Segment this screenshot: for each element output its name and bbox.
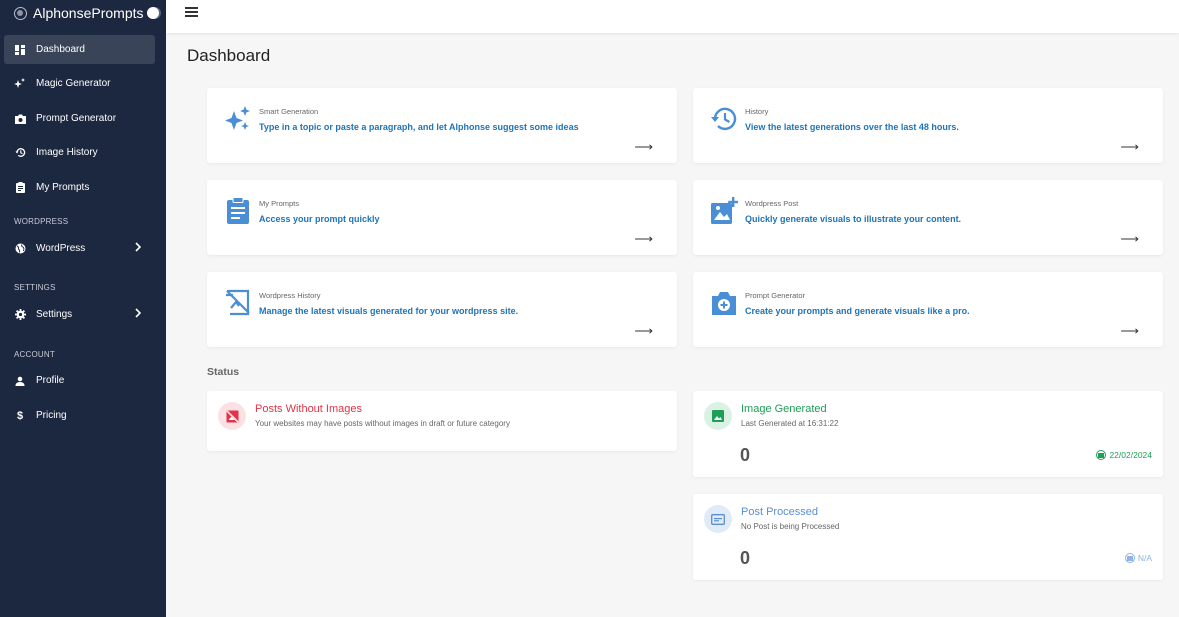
- status-heading: Status: [207, 366, 240, 378]
- card-description: View the latest generations over the las…: [745, 122, 959, 132]
- card-description: Quickly generate visuals to illustrate y…: [745, 214, 962, 224]
- card-my-prompts[interactable]: My Prompts Access your prompt quickly ⟶: [207, 180, 677, 255]
- arrow-right-icon[interactable]: ⟶: [1120, 139, 1139, 155]
- sidebar-item-dashboard[interactable]: Dashboard: [4, 35, 155, 64]
- arrow-right-icon[interactable]: ⟶: [634, 139, 653, 155]
- calendar-icon: [1124, 553, 1135, 563]
- clipboard-icon: [223, 196, 253, 226]
- brand: AlphonsePrompts: [0, 0, 166, 26]
- arrow-right-icon[interactable]: ⟶: [1120, 323, 1139, 339]
- card-wordpress-post[interactable]: Wordpress Post Quickly generate visuals …: [693, 180, 1163, 255]
- status-title: Post Processed: [741, 506, 819, 518]
- card-kicker: History: [745, 107, 769, 116]
- sidebar-item-my-prompts[interactable]: My Prompts: [4, 173, 155, 202]
- card-description: Type in a topic or paste a paragraph, an…: [259, 122, 579, 132]
- theme-toggle[interactable]: [146, 7, 159, 19]
- page-title: Dashboard: [187, 46, 271, 65]
- calendar-icon: [1096, 450, 1107, 460]
- camera-icon: [14, 113, 26, 125]
- card-history[interactable]: History View the latest generations over…: [693, 88, 1163, 163]
- status-image-generated: Image Generated Last Generated at 16:31:…: [693, 391, 1163, 477]
- arrow-right-icon[interactable]: ⟶: [634, 323, 653, 339]
- history-icon: [14, 147, 26, 159]
- sidebar-item-prompt-generator[interactable]: Prompt Generator: [4, 104, 155, 133]
- dashboard-icon: [14, 44, 26, 56]
- status-subtitle: Last Generated at 16:31:22: [741, 419, 839, 428]
- sidebar-item-label: Dashboard: [36, 44, 85, 55]
- sidebar-item-label: Profile: [36, 375, 65, 386]
- arrow-right-icon[interactable]: ⟶: [1120, 231, 1139, 247]
- sidebar-item-image-history[interactable]: Image History: [4, 138, 155, 167]
- card-prompt-generator[interactable]: Prompt Generator Create your prompts and…: [693, 272, 1163, 347]
- user-icon: [14, 375, 26, 387]
- arrow-right-icon[interactable]: ⟶: [634, 231, 653, 247]
- sidebar-item-pricing[interactable]: $ Pricing: [4, 401, 155, 430]
- status-posts-without-images: Posts Without Images Your websites may h…: [207, 391, 677, 451]
- sidebar: AlphonsePrompts Dashboard Magic Generato…: [0, 0, 166, 617]
- chevron-right-icon: [135, 308, 142, 321]
- card-wordpress-history[interactable]: Wordpress History Manage the latest visu…: [207, 272, 677, 347]
- card-kicker: My Prompts: [259, 199, 300, 208]
- status-meta: N/A: [1124, 553, 1152, 563]
- clipboard-icon: [14, 182, 26, 194]
- card-kicker: Prompt Generator: [745, 291, 806, 300]
- status-count: 0: [740, 445, 751, 465]
- sidebar-item-settings[interactable]: Settings: [4, 300, 155, 329]
- add-photo-icon: [709, 288, 739, 318]
- card-kicker: Wordpress History: [259, 291, 321, 300]
- section-label-settings: SETTINGS: [14, 283, 56, 292]
- menu-icon[interactable]: [185, 7, 198, 17]
- sidebar-item-wordpress[interactable]: WordPress: [4, 234, 155, 263]
- card-kicker: Smart Generation: [259, 107, 319, 116]
- no-image-icon: [218, 402, 246, 430]
- topbar: [166, 0, 1179, 33]
- sidebar-item-label: Prompt Generator: [36, 113, 117, 124]
- dollar-icon: $: [16, 409, 24, 422]
- app-name: AlphonsePrompts: [33, 5, 144, 21]
- sidebar-item-label: Settings: [36, 309, 73, 320]
- card-description: Manage the latest visuals generated for …: [259, 306, 519, 316]
- sidebar-item-magic-generator[interactable]: Magic Generator: [4, 69, 155, 98]
- section-label-account: ACCOUNT: [14, 350, 55, 359]
- card-smart-generation[interactable]: Smart Generation Type in a topic or past…: [207, 88, 677, 163]
- sidebar-item-label: Magic Generator: [36, 78, 111, 89]
- sidebar-item-label: WordPress: [36, 243, 86, 254]
- sidebar-item-label: Pricing: [36, 410, 67, 421]
- sparkle-icon: [14, 77, 26, 90]
- chevron-right-icon: [135, 242, 142, 255]
- status-date: 22/02/2024: [1096, 450, 1152, 460]
- sparkle-icon: [223, 104, 253, 134]
- logo-icon: [14, 6, 27, 20]
- status-count: 0: [740, 548, 751, 568]
- post-icon: [704, 505, 732, 533]
- sidebar-item-label: Image History: [36, 147, 98, 158]
- wordpress-history-icon: [223, 288, 253, 318]
- sidebar-item-profile[interactable]: Profile: [4, 366, 155, 395]
- image-icon: [704, 402, 732, 430]
- status-subtitle: No Post is being Processed: [741, 522, 840, 531]
- status-title: Posts Without Images: [255, 403, 362, 415]
- history-icon: [709, 104, 739, 134]
- add-image-icon: [709, 196, 739, 226]
- status-subtitle: Your websites may have posts without ima…: [255, 419, 510, 428]
- gear-icon: [14, 309, 26, 321]
- section-label-wordpress: WORDPRESS: [14, 217, 69, 226]
- status-date-value: 22/02/2024: [1109, 450, 1152, 460]
- status-post-processed: Post Processed No Post is being Processe…: [693, 494, 1163, 580]
- status-meta-value: N/A: [1137, 553, 1152, 563]
- globe-icon: [14, 243, 26, 255]
- card-description: Access your prompt quickly: [259, 214, 380, 224]
- sidebar-item-label: My Prompts: [36, 182, 90, 193]
- status-title: Image Generated: [741, 403, 827, 415]
- card-kicker: Wordpress Post: [745, 199, 799, 208]
- card-description: Create your prompts and generate visuals…: [745, 306, 970, 316]
